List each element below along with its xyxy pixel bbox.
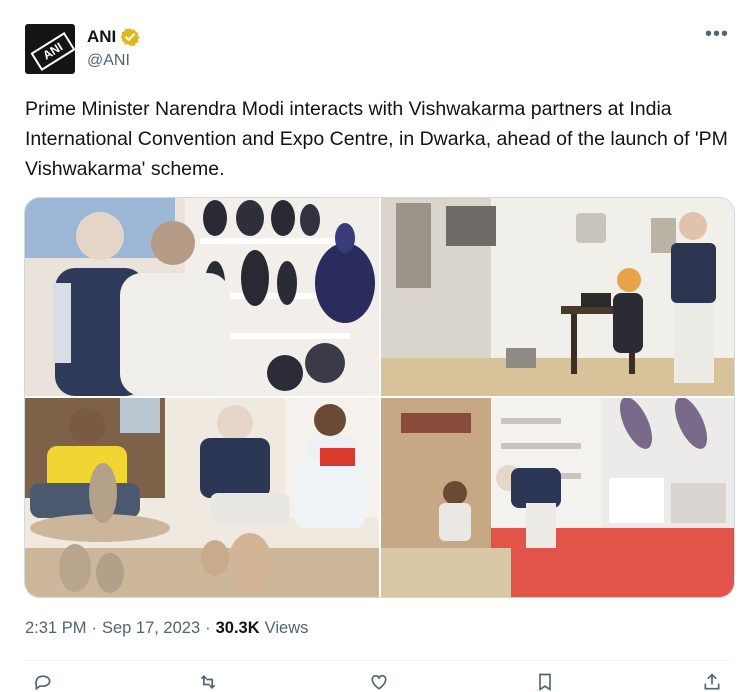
photo-4[interactable]: [381, 398, 734, 597]
divider: [25, 660, 731, 661]
photo-1[interactable]: [25, 198, 379, 396]
bookmark-icon[interactable]: [535, 672, 555, 692]
views-count: 30.3K: [215, 619, 260, 637]
repost-icon[interactable]: [197, 672, 219, 692]
verified-badge-icon: [120, 28, 140, 46]
avatar[interactable]: ANI: [25, 24, 75, 74]
views-label: Views: [264, 619, 309, 637]
meta-separator: ·: [91, 619, 97, 637]
tweet-meta: 2:31 PM · Sep 17, 2023 · 30.3K Views: [25, 619, 308, 638]
photo-2-image: [381, 198, 734, 396]
ani-logo: ANI: [30, 31, 75, 72]
tweet-date[interactable]: Sep 17, 2023: [102, 619, 200, 638]
author-name-row: ANI: [87, 27, 140, 47]
photo-3[interactable]: [25, 398, 379, 597]
media-grid: [24, 197, 735, 598]
photo-1-image: [25, 198, 379, 396]
display-name[interactable]: ANI: [87, 27, 116, 47]
photo-4-image: [381, 398, 734, 597]
more-options-icon[interactable]: •••: [705, 24, 729, 44]
handle[interactable]: @ANI: [87, 52, 130, 70]
share-icon[interactable]: [702, 672, 722, 692]
reply-icon[interactable]: [33, 672, 53, 692]
tweet-card: ANI ANI @ANI ••• Prime Minister Narendra…: [0, 0, 741, 692]
meta-separator-2: ·: [205, 619, 211, 637]
photo-3-image: [25, 398, 379, 597]
like-icon[interactable]: [368, 672, 390, 692]
tweet-text: Prime Minister Narendra Modi interacts w…: [25, 98, 728, 180]
photo-2[interactable]: [381, 198, 734, 396]
tweet-time[interactable]: 2:31 PM: [25, 619, 86, 638]
action-bar: [25, 672, 731, 692]
